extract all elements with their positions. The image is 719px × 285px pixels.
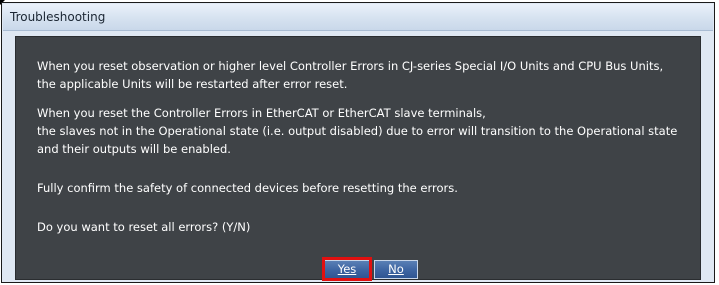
message-line-2: the applicable Units will be restarted a… [37,77,348,91]
dialog-title: Troubleshooting [10,10,106,24]
screen: Troubleshooting When you reset observati… [0,0,719,285]
message-question: Do you want to reset all errors? (Y/N) [37,220,251,234]
message-panel: When you reset observation or higher lev… [15,36,701,281]
message-line-4: the slaves not in the Operational state … [37,124,678,138]
yes-button[interactable]: Yes [324,260,370,279]
message-line-6: Fully confirm the safety of connected de… [37,181,458,195]
message-line-5: and their outputs will be enabled. [37,142,231,156]
no-button-label: No [388,262,404,276]
dialog-titlebar[interactable]: Troubleshooting [3,4,713,31]
message-line-3: When you reset the Controller Errors in … [37,106,486,120]
yes-button-label: Yes [337,262,357,276]
no-button[interactable]: No [374,260,418,279]
troubleshooting-dialog: Troubleshooting When you reset observati… [1,2,715,283]
message-line-1: When you reset observation or higher lev… [37,59,664,73]
